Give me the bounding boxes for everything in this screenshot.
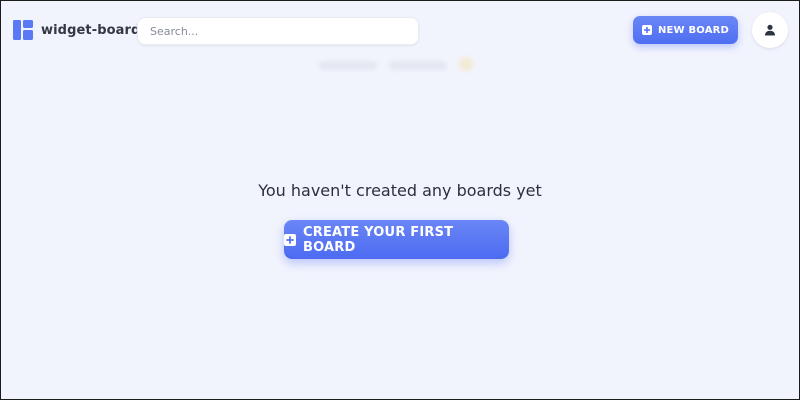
board-logo-icon bbox=[13, 20, 33, 40]
plus-square-icon bbox=[641, 25, 652, 35]
empty-state-message: You haven't created any boards yet bbox=[258, 181, 542, 200]
search-input[interactable] bbox=[138, 18, 418, 44]
app-name: widget-board bbox=[41, 22, 141, 38]
user-icon bbox=[764, 24, 776, 36]
search-box[interactable] bbox=[137, 17, 419, 45]
app-window: widget-board NEW BOARD bbox=[0, 0, 800, 400]
account-button[interactable] bbox=[752, 12, 788, 48]
new-board-button[interactable]: NEW BOARD bbox=[633, 16, 738, 44]
new-board-label: NEW BOARD bbox=[657, 24, 730, 36]
faded-background-heading bbox=[319, 53, 479, 79]
create-first-board-label: CREATE YOUR FIRST BOARD bbox=[303, 224, 454, 255]
plus-square-icon bbox=[284, 233, 296, 246]
top-bar: widget-board NEW BOARD bbox=[1, 1, 799, 61]
create-first-board-button[interactable]: CREATE YOUR FIRST BOARD bbox=[284, 220, 509, 259]
app-logo[interactable]: widget-board bbox=[13, 20, 140, 40]
